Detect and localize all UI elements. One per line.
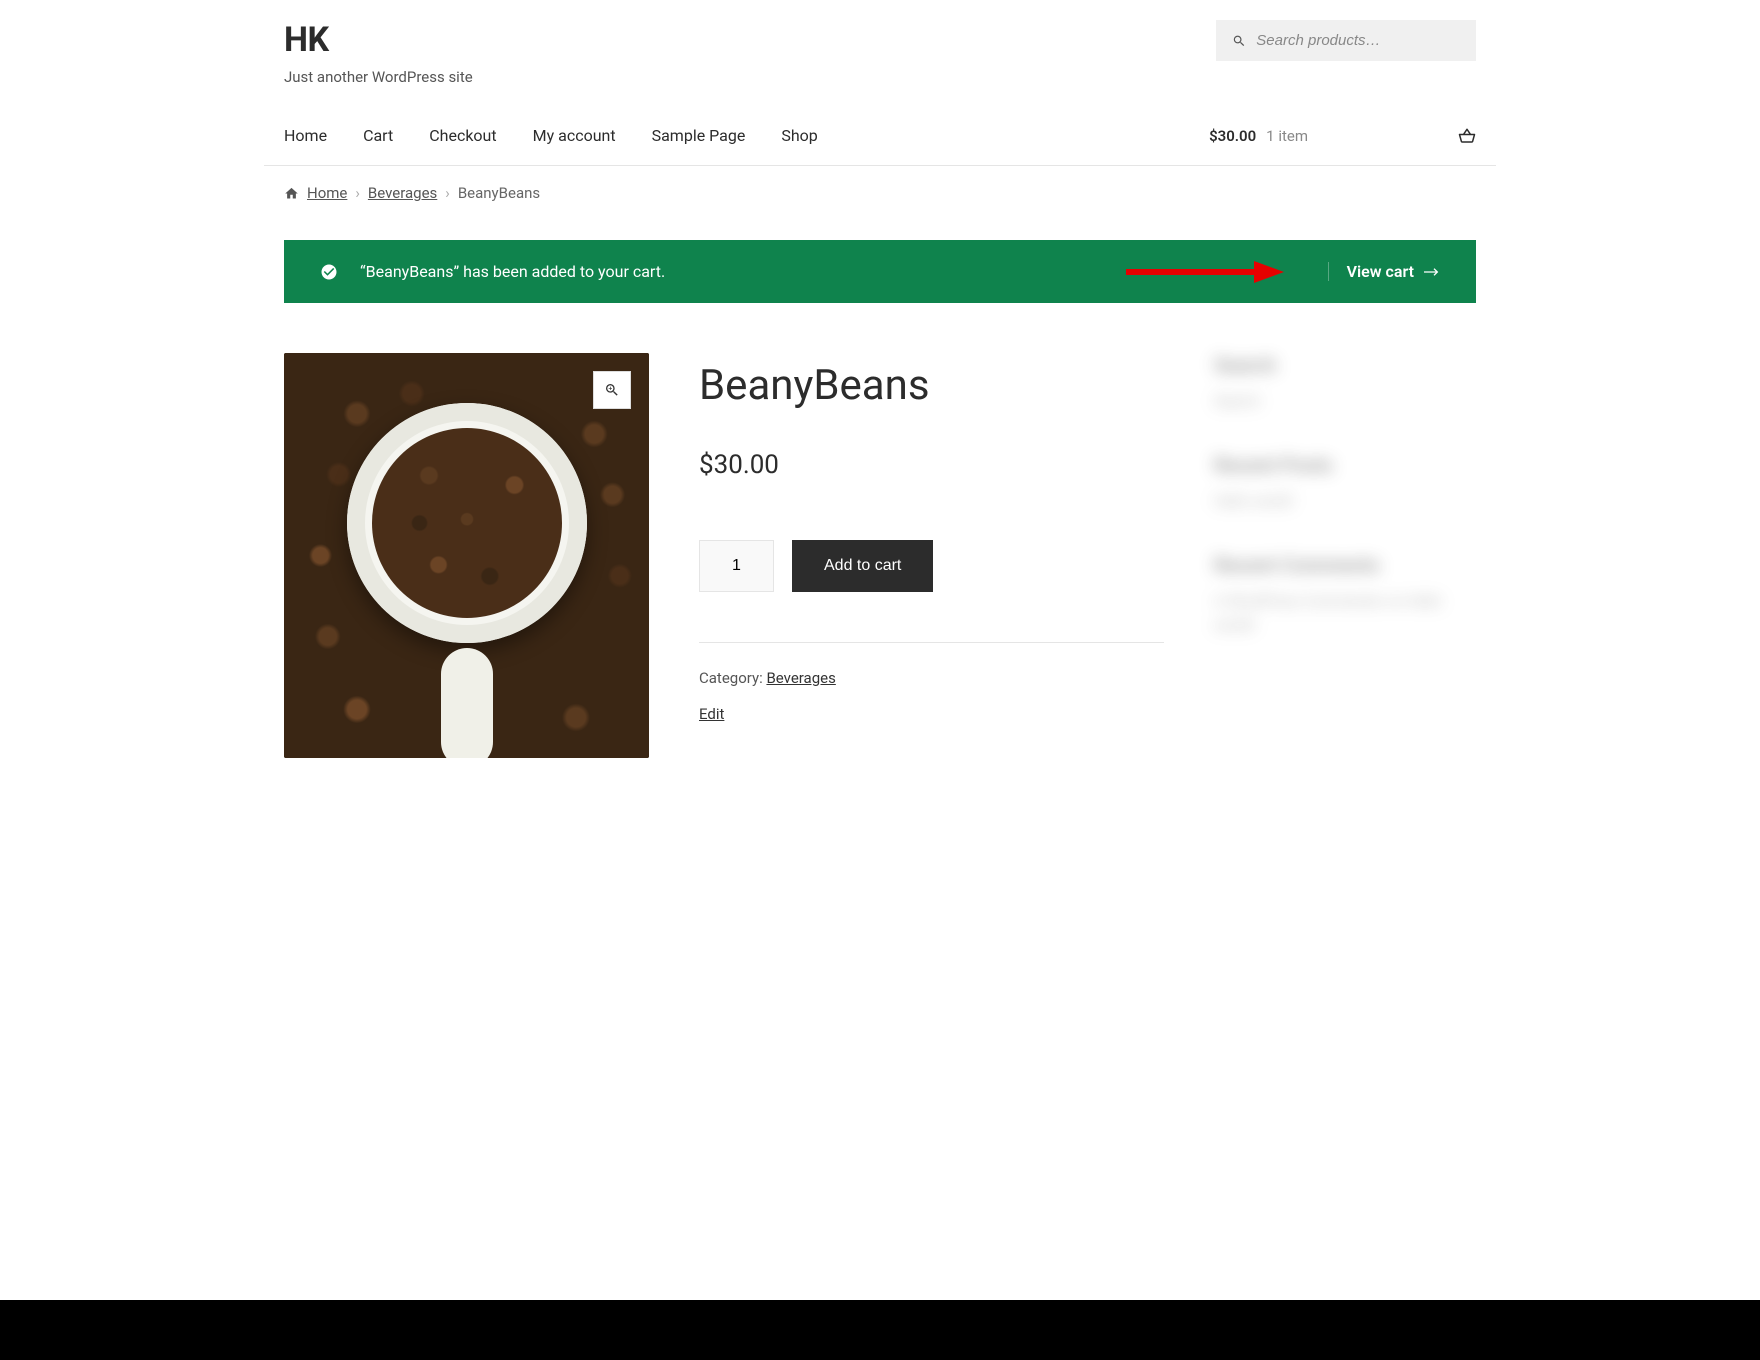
sidebar-search-btn: Search (1214, 389, 1474, 413)
sidebar-recent-comment-item: A WordPress Commenter on Hello world! (1214, 589, 1474, 637)
basket-icon (1458, 127, 1476, 145)
breadcrumb: Home › Beverages › BeanyBeans (264, 166, 1496, 220)
product-title: BeanyBeans (699, 361, 1164, 410)
product-price: $30.00 (699, 450, 1164, 480)
home-icon (284, 186, 299, 201)
notice-message: “BeanyBeans” has been added to your cart… (360, 262, 665, 281)
nav-link-shop[interactable]: Shop (781, 106, 817, 165)
cart-total-price: $30.00 (1209, 127, 1256, 145)
product-image[interactable] (284, 353, 649, 758)
check-circle-icon (320, 263, 338, 281)
site-brand: HK Just another WordPress site (284, 20, 473, 86)
quantity-input[interactable] (699, 540, 774, 592)
view-cart-label: View cart (1347, 262, 1414, 281)
cart-summary[interactable]: $30.00 1 item (1209, 127, 1476, 145)
search-icon (1232, 33, 1246, 49)
breadcrumb-sep-icon: › (355, 184, 360, 202)
sidebar-recent-post-item: Hello world! (1214, 489, 1474, 513)
breadcrumb-current: BeanyBeans (458, 184, 540, 202)
zoom-icon (604, 382, 620, 398)
breadcrumb-category[interactable]: Beverages (368, 184, 437, 202)
view-cart-button[interactable]: View cart (1328, 262, 1440, 281)
cart-item-count: 1 item (1266, 127, 1308, 145)
product-meta: Category: Beverages Edit (699, 642, 1164, 723)
cart-success-notice: “BeanyBeans” has been added to your cart… (284, 240, 1476, 303)
coffee-beans-image (284, 353, 649, 758)
red-arrow-annotation-icon (1126, 257, 1286, 287)
nav-link-checkout[interactable]: Checkout (429, 106, 496, 165)
add-to-cart-button[interactable]: Add to cart (792, 540, 933, 592)
nav-links: Home Cart Checkout My account Sample Pag… (284, 106, 818, 165)
sidebar-recent-comments-title: Recent Comments (1214, 553, 1474, 577)
zoom-button[interactable] (593, 371, 631, 409)
site-tagline: Just another WordPress site (284, 68, 473, 86)
category-label: Category: (699, 669, 766, 687)
sidebar-search-title: Search (1214, 353, 1474, 377)
category-link[interactable]: Beverages (766, 669, 835, 687)
sidebar-recent-posts-title: Recent Posts (1214, 453, 1474, 477)
edit-link[interactable]: Edit (699, 705, 1164, 723)
nav-link-account[interactable]: My account (533, 106, 616, 165)
footer-bar (0, 1300, 1760, 1360)
site-title[interactable]: HK (284, 20, 473, 60)
nav-link-cart[interactable]: Cart (363, 106, 393, 165)
breadcrumb-sep-icon: › (445, 184, 450, 202)
search-box[interactable] (1216, 20, 1476, 61)
breadcrumb-home[interactable]: Home (307, 184, 347, 202)
search-input[interactable] (1256, 32, 1460, 49)
nav-link-home[interactable]: Home (284, 106, 327, 165)
nav-link-sample[interactable]: Sample Page (652, 106, 746, 165)
sidebar: Search Search Recent Posts Hello world! … (1214, 353, 1474, 758)
arrow-right-icon (1424, 267, 1440, 277)
